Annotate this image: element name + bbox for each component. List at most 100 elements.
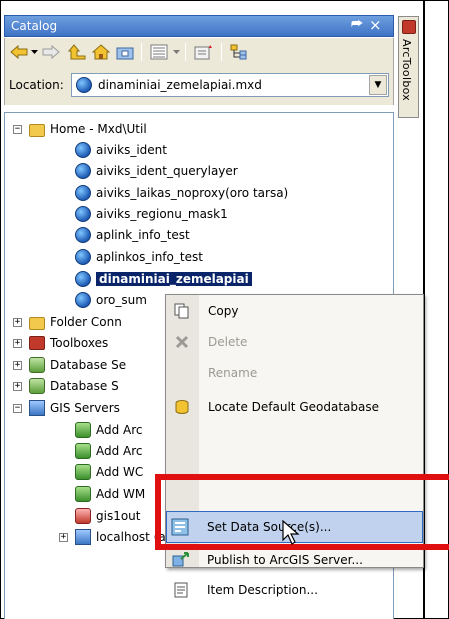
tree-item-label: gis1out (96, 509, 141, 523)
collapse-icon[interactable]: − (13, 125, 22, 134)
expand-icon[interactable]: + (13, 382, 22, 391)
map-document-icon (75, 142, 91, 158)
menu-item-copy[interactable]: Copy (166, 296, 424, 326)
tree-item-server-error[interactable]: gis1out (75, 506, 141, 526)
add-server-icon (75, 486, 91, 502)
up-level-icon[interactable] (67, 42, 87, 62)
tree-item-mxd[interactable]: aplinkos_info_test (75, 247, 203, 267)
collapse-icon[interactable]: − (13, 404, 22, 413)
tree-item-folder-connections[interactable]: Folder Conn (29, 312, 122, 332)
tree-item-add-server[interactable]: Add WC (75, 462, 143, 482)
tree-item-label: aiviks_laikas_noproxy(oro tarsa) (96, 186, 289, 200)
pin-icon[interactable]: ⮫ (351, 17, 363, 32)
server-icon (75, 529, 91, 545)
expand-icon[interactable]: + (13, 339, 22, 348)
tree-item-label: Database S (50, 379, 119, 393)
map-document-icon (76, 77, 92, 93)
connect-folder-icon[interactable] (115, 42, 135, 62)
options-icon[interactable] (193, 42, 215, 62)
tree-item-mxd[interactable]: oro_sum (75, 290, 147, 310)
tree-item-mxd[interactable]: aiviks_ident (75, 140, 167, 160)
database-connections-icon (29, 378, 45, 394)
database-servers-icon (29, 357, 45, 373)
menu-item-item-description[interactable]: Item Description... (165, 575, 423, 605)
publish-icon (172, 551, 190, 569)
tree-item-label: GIS Servers (50, 401, 120, 415)
mouse-cursor-icon (282, 519, 300, 546)
folder-connections-icon (29, 316, 45, 330)
toolboxes-icon (29, 336, 45, 350)
map-document-icon (75, 249, 91, 265)
toolbar-separator (185, 43, 186, 61)
tree-item-label: aiviks_ident (96, 143, 167, 157)
location-combobox[interactable]: dinaminiai_zemelapiai.mxd ▼ (71, 73, 389, 97)
list-view-icon[interactable] (149, 42, 169, 62)
add-server-icon (75, 443, 91, 459)
home-folder-icon (29, 123, 45, 137)
tree-item-add-server[interactable]: Add WM (75, 484, 145, 504)
menu-item-rename[interactable]: Rename (166, 358, 424, 388)
tree-item-label: aiviks_ident_querylayer (96, 164, 238, 178)
copy-icon (173, 302, 191, 320)
tree-item-gis-servers[interactable]: GIS Servers (29, 398, 120, 418)
map-document-icon (75, 227, 91, 243)
toolbar-separator (141, 43, 142, 61)
tree-item-database-connections[interactable]: Database S (29, 376, 119, 396)
tree-item-toolboxes[interactable]: Toolboxes (29, 333, 108, 353)
back-dropdown-icon[interactable] (29, 42, 39, 62)
close-icon[interactable]: × (369, 16, 382, 34)
tree-item-label: Add WM (96, 487, 146, 501)
server-error-icon (75, 508, 91, 524)
tree-item-mxd[interactable]: aiviks_regionu_mask1 (75, 204, 228, 224)
location-label: Location: (9, 78, 64, 92)
toolbox-icon (402, 20, 416, 34)
tree-item-mxd[interactable]: aiviks_ident_querylayer (75, 161, 238, 181)
chevron-down-icon[interactable]: ▼ (369, 75, 387, 95)
forward-arrow-icon[interactable] (41, 42, 61, 62)
view-dropdown-icon[interactable] (171, 42, 181, 62)
item-description-icon (172, 581, 190, 599)
location-value: dinaminiai_zemelapiai.mxd (98, 78, 262, 92)
toolbar-separator (221, 43, 222, 61)
expand-icon[interactable]: + (13, 318, 22, 327)
hierarchy-icon[interactable] (229, 42, 249, 62)
arctoolbox-tab[interactable]: ArcToolbox (398, 16, 419, 118)
add-server-icon (75, 422, 91, 438)
map-document-icon (75, 271, 91, 287)
tree-item-mxd-selected[interactable]: dinaminiai_zemelapiai (75, 269, 252, 289)
tree-item-label: oro_sum (96, 293, 147, 307)
location-bar: Location: dinaminiai_zemelapiai.mxd ▼ (4, 67, 394, 105)
tree-item-label: aiviks_regionu_mask1 (96, 207, 228, 221)
tree-item-label: Home - Mxd\Util (50, 122, 147, 136)
tree-item-label: dinaminiai_zemelapiai (96, 272, 252, 286)
tree-item-label: Add Arc (96, 423, 143, 437)
tree-item-database-servers[interactable]: Database Se (29, 355, 126, 375)
tree-item-label: Add WC (96, 465, 144, 479)
tree-item-label: Folder Conn (50, 315, 122, 329)
tree-item-add-server[interactable]: Add Arc (75, 420, 143, 440)
menu-item-locate-default-geodatabase[interactable]: Locate Default Geodatabase (166, 392, 424, 422)
tree-item-mxd[interactable]: aplink_info_test (75, 225, 190, 245)
map-document-icon (75, 163, 91, 179)
expand-icon[interactable]: + (59, 533, 68, 542)
map-document-icon (75, 185, 91, 201)
expand-icon[interactable]: + (13, 361, 22, 370)
tree-item-label: Add Arc (96, 444, 143, 458)
add-server-icon (75, 464, 91, 480)
tree-item-label: Toolboxes (50, 336, 109, 350)
tree-item-label: aplinkos_info_test (96, 250, 203, 264)
home-icon[interactable] (91, 42, 111, 62)
arctoolbox-label: ArcToolbox (400, 39, 413, 102)
annotation-highlight-box (155, 474, 449, 550)
geodatabase-icon (173, 398, 191, 416)
catalog-titlebar[interactable]: Catalog ⮫ × (4, 15, 394, 37)
tree-item-add-server[interactable]: Add Arc (75, 441, 143, 461)
tree-item-label: Database Se (50, 358, 127, 372)
menu-item-delete[interactable]: Delete (166, 327, 424, 357)
back-arrow-icon[interactable] (9, 42, 29, 62)
delete-icon (173, 333, 191, 351)
window-title: Catalog (11, 19, 58, 33)
tree-item-mxd[interactable]: aiviks_laikas_noproxy(oro tarsa) (75, 183, 288, 203)
map-document-icon (75, 292, 91, 308)
tree-item-home[interactable]: Home - Mxd\Util (29, 119, 147, 139)
